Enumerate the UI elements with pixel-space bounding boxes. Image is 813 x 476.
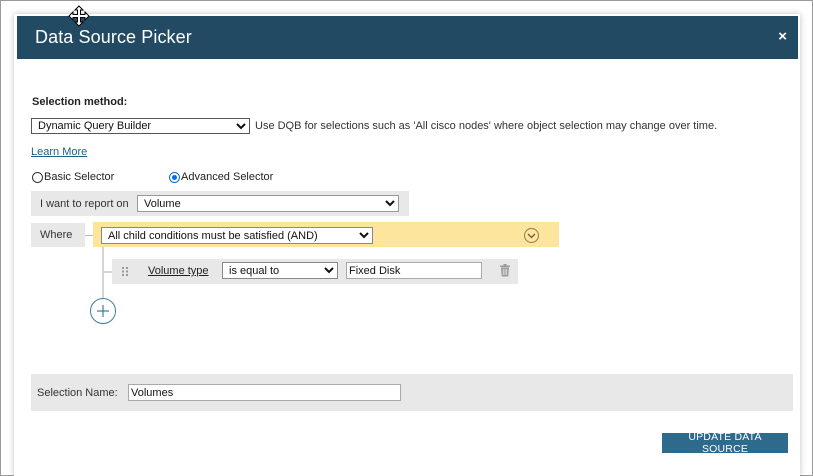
where-box: Where	[31, 223, 85, 247]
basic-selector-option[interactable]: Basic Selector	[32, 171, 114, 183]
add-condition-button[interactable]	[90, 298, 116, 324]
condition-value-input[interactable]	[346, 262, 482, 279]
chevron-down-circle-icon[interactable]	[524, 228, 539, 243]
advanced-selector-label: Advanced Selector	[181, 171, 274, 183]
selection-method-select[interactable]: Dynamic Query Builder	[31, 118, 250, 134]
drag-handle-icon[interactable]	[121, 266, 129, 277]
selection-name-input[interactable]	[128, 384, 401, 401]
learn-more-link[interactable]: Learn More	[31, 146, 87, 158]
dialog-titlebar[interactable]: Data Source Picker ×	[17, 16, 798, 59]
chevron-down-icon	[527, 233, 536, 238]
selection-method-label: Selection method:	[32, 96, 128, 108]
tree-connector-horizontal	[102, 271, 112, 273]
selection-name-label: Selection Name:	[37, 387, 118, 399]
advanced-selector-option[interactable]: Advanced Selector	[169, 171, 273, 183]
trash-icon[interactable]	[499, 264, 511, 277]
condition-field-link[interactable]: Volume type	[148, 265, 209, 277]
update-data-source-button[interactable]: UPDATE DATA SOURCE	[662, 431, 788, 455]
plus-circle-icon	[97, 305, 109, 317]
advanced-selector-radio[interactable]	[169, 171, 180, 183]
report-on-label: I want to report on	[40, 198, 129, 210]
dialog-title: Data Source Picker	[35, 27, 192, 47]
basic-selector-radio[interactable]	[32, 171, 43, 183]
move-cursor-icon	[68, 5, 90, 27]
basic-selector-label: Basic Selector	[44, 171, 115, 183]
where-connector	[85, 235, 93, 236]
report-on-select[interactable]: Volume	[137, 195, 399, 212]
group-operator-select[interactable]: All child conditions must be satisfied (…	[101, 227, 373, 244]
close-icon[interactable]: ×	[778, 28, 787, 46]
condition-operator-select[interactable]: is equal to	[222, 262, 338, 279]
selection-method-hint: Use DQB for selections such as 'All cisc…	[255, 120, 718, 132]
where-label: Where	[40, 229, 73, 241]
